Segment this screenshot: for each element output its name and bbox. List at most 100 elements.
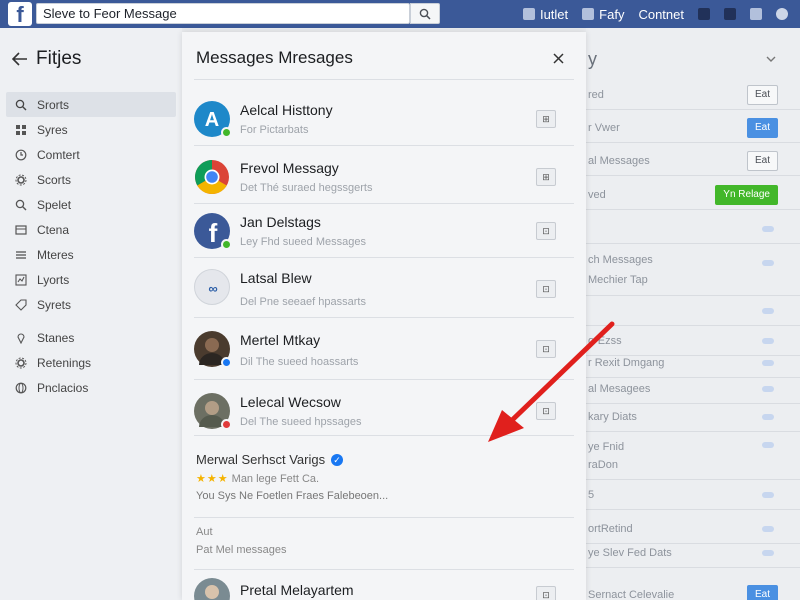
toggle-indicator[interactable] (762, 549, 774, 556)
message-item[interactable]: f Jan Delstags Ley Fhd sueed Messages ⊡ (194, 200, 574, 258)
relage-button[interactable]: Yn Relage (715, 184, 778, 205)
link-icon: ∞ (208, 281, 217, 296)
toggle-indicator[interactable] (762, 307, 774, 314)
edit-button[interactable]: Eat (746, 84, 778, 105)
facebook-logo[interactable]: f (8, 2, 32, 27)
right-settings-panel: y red Eat r Vwer Eat al Messages Eat ved Yn … (586, 28, 800, 600)
nav-link-friends[interactable]: Fafy (582, 7, 624, 22)
page-section[interactable]: Merwal Serhsct Varigs ✓ ★★★ Man lege Fet… (194, 436, 574, 518)
right-panel-row[interactable]: kary Diats (586, 402, 800, 432)
toggle-indicator[interactable] (762, 359, 774, 366)
messages-icon[interactable] (698, 8, 710, 20)
right-panel-row[interactable]: al Messages Eat (586, 146, 800, 176)
message-action-button[interactable]: ⊡ (536, 340, 556, 358)
person-photo-icon (205, 585, 219, 599)
sidebar-item-scorts[interactable]: Scorts (6, 167, 176, 192)
toggle-indicator[interactable] (762, 525, 774, 532)
sidebar-item-ctena[interactable]: Ctena (6, 217, 176, 242)
nav-link-home[interactable]: Iutlet (522, 6, 569, 22)
message-item[interactable]: ∞ Latsal Blew Del Pne seeaef hpassarts ⊡ (194, 256, 574, 318)
message-preview: For Pictarbats (240, 124, 309, 136)
top-navigation-bar: f Sleve to Feor Message Iutlet Fafy Cont… (0, 0, 800, 28)
back-arrow-icon[interactable] (12, 52, 28, 66)
edit-button[interactable]: Eat (746, 150, 778, 171)
message-item[interactable]: Lelecal Wecsow Del The sueed hpssages ⊡ (194, 380, 574, 436)
clock-icon (14, 148, 27, 161)
right-panel-row[interactable]: ye Fnid raDon (586, 432, 800, 480)
message-action-button[interactable]: ⊡ (536, 280, 556, 298)
list-icon (14, 248, 27, 261)
toggle-indicator[interactable] (762, 385, 774, 392)
message-sender: Pretal Melayartem (240, 582, 354, 598)
nav-link-content[interactable]: Contnet (638, 7, 684, 22)
section-text: Pat Mel messages (196, 544, 287, 556)
sidebar-item-comtert[interactable]: Comtert (6, 142, 176, 167)
sidebar-item-lyorts[interactable]: Lyorts (6, 267, 176, 292)
toggle-indicator[interactable] (762, 337, 774, 344)
toggle-indicator[interactable] (762, 260, 774, 266)
message-action-button[interactable]: ⊞ (536, 168, 556, 186)
right-panel-row[interactable]: red Eat (586, 80, 800, 110)
message-preview: Dil The sueed hoassarts (240, 356, 359, 368)
notifications-icon[interactable] (724, 8, 736, 20)
other-messages-section[interactable]: Aut Pat Mel messages (194, 518, 574, 570)
right-panel-row[interactable]: 5 (586, 480, 800, 510)
sidebar-item-syrets[interactable]: Syrets (6, 292, 176, 317)
toggle-indicator[interactable] (762, 225, 774, 232)
message-item[interactable]: Mertel Mtkay Dil The sueed hoassarts ⊡ (194, 318, 574, 380)
toggle-indicator[interactable] (762, 442, 774, 448)
message-action-button[interactable]: ⊡ (536, 222, 556, 240)
gear-icon (14, 173, 27, 186)
right-panel-row[interactable]: Sernact Celevalie Eat (586, 580, 800, 600)
help-icon[interactable] (750, 8, 762, 20)
right-panel-row[interactable]: ye Slev Fed Dats (586, 538, 800, 568)
section-label: Aut (196, 526, 213, 538)
sidebar-item-pnclacios[interactable]: Pnclacios (6, 375, 176, 400)
sidebar-item-srorts[interactable]: Srorts (6, 92, 176, 117)
toggle-indicator[interactable] (762, 413, 774, 420)
nav-link-label: Contnet (638, 6, 684, 22)
online-badge (221, 239, 232, 250)
sidebar-item-syres[interactable]: Syres (6, 117, 176, 142)
edit-button[interactable]: Eat (746, 117, 778, 138)
right-panel-row[interactable]: r Vwer Eat (586, 113, 800, 143)
list-icon (14, 223, 27, 236)
left-sidebar: Fitjes Srorts Syres Comtert Scorts Spele… (0, 28, 182, 600)
right-panel-row[interactable]: ch Messages Mechier Tap (586, 246, 800, 296)
message-item[interactable]: A Aelcal Histtony For Pictarbats ⊞ (194, 88, 574, 146)
right-panel-row[interactable]: al Mesagees (586, 374, 800, 404)
message-action-button[interactable]: ⊡ (536, 586, 556, 600)
sidebar-item-label: Pnclacios (37, 380, 89, 395)
toggle-indicator[interactable] (762, 491, 774, 498)
right-panel-row[interactable] (586, 214, 800, 244)
home-icon (522, 8, 535, 20)
chevron-down-icon[interactable] (766, 56, 776, 62)
sidebar-item-label: Stanes (37, 330, 75, 345)
message-action-button[interactable]: ⊞ (536, 110, 556, 128)
sidebar-item-label: Retenings (37, 355, 92, 370)
pin-icon (14, 331, 27, 344)
message-action-button[interactable]: ⊡ (536, 402, 556, 420)
page-title: Merwal Serhsct Varigs ✓ (196, 452, 344, 467)
sidebar-item-retenings[interactable]: Retenings (6, 350, 176, 375)
edit-button[interactable]: Eat (746, 585, 778, 600)
search-input[interactable]: Sleve to Feor Message (36, 3, 410, 24)
status-badge (221, 419, 232, 430)
online-badge (221, 127, 232, 138)
sidebar-item-spelet[interactable]: Spelet (6, 192, 176, 217)
nav-link-label: Iutlet (539, 6, 569, 22)
search-button[interactable] (410, 3, 440, 24)
right-panel-row[interactable] (586, 296, 800, 326)
message-item[interactable]: Frevol Messagy Det Thé suraed hegssgerts… (194, 146, 574, 204)
chart-icon (14, 273, 27, 286)
message-preview: Del The sueed hpssages (240, 416, 362, 428)
account-icon[interactable] (776, 8, 788, 20)
rating-stars-icon: ★★★ (196, 473, 229, 485)
sidebar-item-mteres[interactable]: Mteres (6, 242, 176, 267)
close-button[interactable] (548, 46, 568, 70)
message-item[interactable]: Pretal Melayartem ⊡ (194, 570, 574, 600)
sidebar-item-label: Srorts (37, 97, 70, 112)
sidebar-item-stanes[interactable]: Stanes (6, 325, 176, 350)
right-panel-row[interactable]: ved Yn Relage (586, 180, 800, 210)
